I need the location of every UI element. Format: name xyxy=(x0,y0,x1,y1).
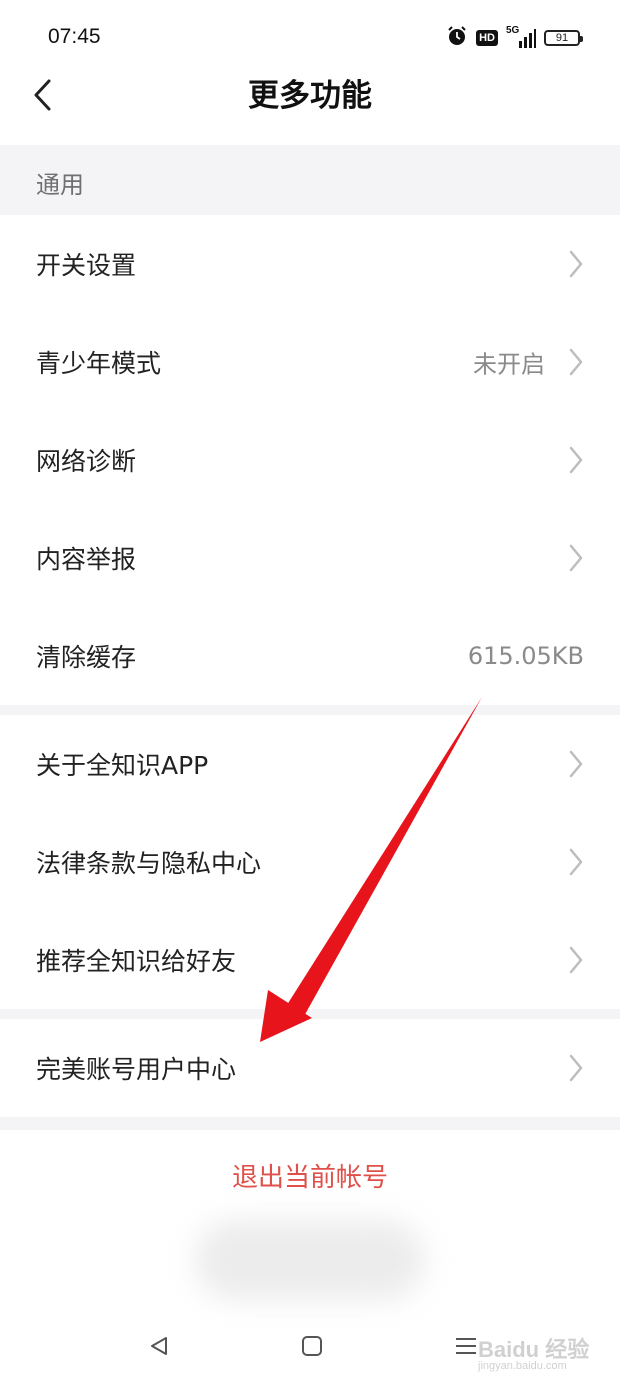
section-title: 通用 xyxy=(36,171,84,199)
chevron-left-icon xyxy=(34,79,51,111)
teen-mode-status: 未开启 xyxy=(473,350,545,379)
chevron-right-icon xyxy=(569,544,583,572)
chevron-right-icon xyxy=(569,1054,583,1082)
section-header-general: 通用 xyxy=(0,145,620,215)
home-square-icon xyxy=(302,1336,322,1356)
menu-lines-icon xyxy=(456,1338,476,1354)
signal-5g-icon: 5G xyxy=(506,25,536,49)
back-button[interactable] xyxy=(22,75,62,115)
chevron-right-icon xyxy=(569,348,583,376)
chevron-right-icon xyxy=(569,250,583,278)
back-triangle-icon xyxy=(151,1337,167,1355)
row-network-diagnosis[interactable]: 网络诊断 xyxy=(0,411,620,509)
row-label: 内容举报 xyxy=(36,545,137,574)
watermark-url: jingyan.baidu.com xyxy=(478,1360,567,1372)
status-time: 07:45 xyxy=(48,25,101,48)
row-label: 法律条款与隐私中心 xyxy=(36,849,262,878)
logout-button[interactable]: 退出当前帐号 xyxy=(0,1130,620,1226)
status-bar: 07:45 HD 5G 91 xyxy=(0,0,620,75)
battery-icon: 91 xyxy=(544,30,583,46)
alarm-icon xyxy=(446,25,468,51)
chevron-right-icon xyxy=(569,446,583,474)
system-home-button[interactable] xyxy=(298,1332,326,1360)
row-teen-mode[interactable]: 青少年模式 未开启 xyxy=(0,313,620,411)
row-about[interactable]: 关于全知识APP xyxy=(0,715,620,813)
row-label: 清除缓存 xyxy=(36,643,137,672)
nav-bar: 更多功能 xyxy=(0,75,620,145)
blurred-area xyxy=(195,1220,425,1300)
chevron-right-icon xyxy=(569,750,583,778)
row-label: 推荐全知识给好友 xyxy=(36,947,237,976)
row-label: 青少年模式 xyxy=(36,349,162,378)
row-legal[interactable]: 法律条款与隐私中心 xyxy=(0,813,620,911)
section-divider xyxy=(0,1009,620,1019)
battery-level: 91 xyxy=(555,32,569,44)
page-title: 更多功能 xyxy=(248,78,372,114)
row-label: 完美账号用户中心 xyxy=(36,1055,237,1084)
row-switch-settings[interactable]: 开关设置 xyxy=(0,215,620,313)
system-menu-button[interactable] xyxy=(452,1332,480,1360)
system-back-button[interactable] xyxy=(145,1332,173,1360)
row-user-center[interactable]: 完美账号用户中心 xyxy=(0,1019,620,1117)
row-label: 网络诊断 xyxy=(36,447,137,476)
section-divider xyxy=(0,705,620,715)
cache-size: 615.05KB xyxy=(467,642,584,670)
row-recommend[interactable]: 推荐全知识给好友 xyxy=(0,911,620,1009)
row-label: 开关设置 xyxy=(36,251,137,280)
status-icons: HD 5G 91 xyxy=(446,25,583,51)
chevron-right-icon xyxy=(569,848,583,876)
hd-icon: HD xyxy=(476,30,498,46)
row-content-report[interactable]: 内容举报 xyxy=(0,509,620,607)
row-label: 关于全知识APP xyxy=(36,751,209,780)
section-divider xyxy=(0,1117,620,1130)
row-clear-cache[interactable]: 清除缓存 615.05KB xyxy=(0,607,620,705)
chevron-right-icon xyxy=(569,946,583,974)
